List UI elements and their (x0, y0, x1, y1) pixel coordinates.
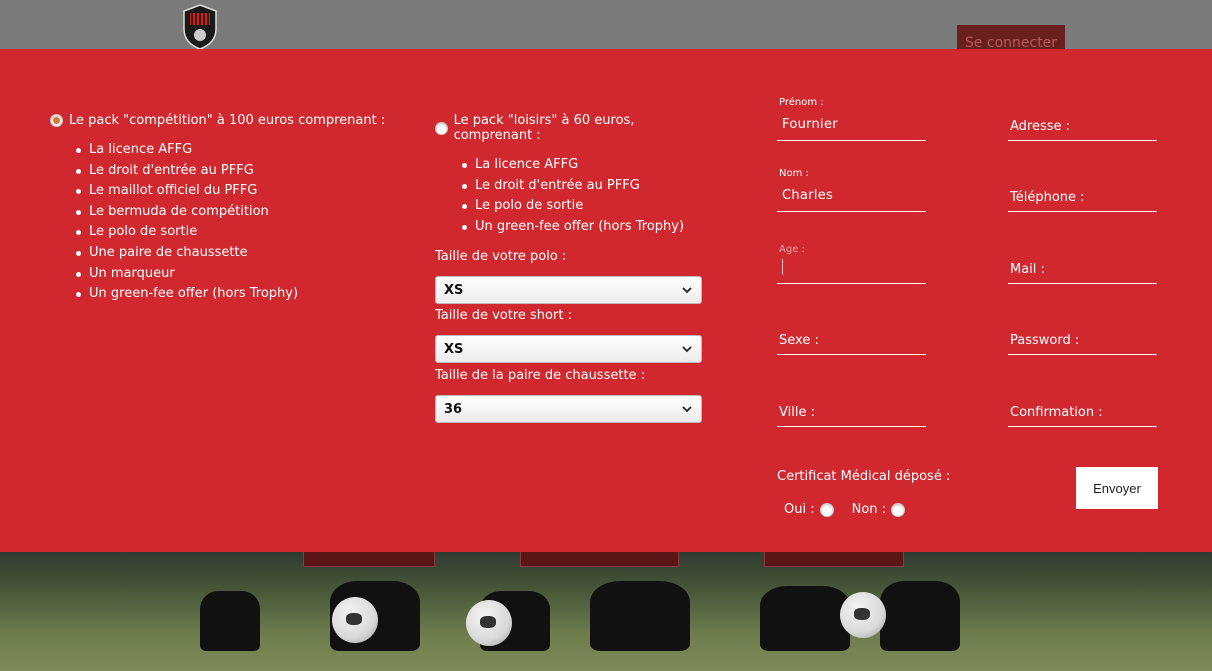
ville-field[interactable]: Ville : (777, 401, 926, 427)
registration-modal: Le pack "compétition" à 100 euros compre… (0, 49, 1212, 552)
oui-radio[interactable] (819, 502, 834, 517)
ville-label: Ville : (779, 405, 815, 420)
sexe-label: Sexe : (779, 333, 819, 348)
pack-competition-option[interactable]: Le pack "compétition" à 100 euros compre… (50, 113, 400, 128)
player-figure (590, 581, 690, 651)
age-label: Age : (779, 244, 805, 255)
background-header: Se connecter (0, 0, 1212, 50)
chaussette-size-value: 36 (444, 401, 463, 417)
polo-size-select[interactable]: XS (435, 276, 702, 305)
password-label: Password : (1010, 333, 1080, 348)
mail-label: Mail : (1010, 262, 1045, 277)
text-cursor (782, 259, 783, 275)
list-item: Un green-fee offer (hors Trophy) (76, 284, 400, 305)
soccer-ball (466, 600, 512, 646)
envoyer-button[interactable]: Envoyer (1076, 467, 1158, 509)
short-size-value: XS (444, 341, 464, 357)
list-item: Le droit d'entrée au PFFG (462, 176, 715, 197)
background-menu-button (764, 552, 904, 567)
club-logo (183, 4, 217, 50)
prenom-value: Fournier (782, 117, 838, 132)
pack-loisirs-option[interactable]: Le pack "loisirs" à 60 euros, comprenant… (435, 113, 715, 143)
pack-competition-radio[interactable] (50, 114, 63, 127)
chevron-down-icon (682, 287, 692, 294)
chevron-down-icon (682, 406, 692, 413)
polo-size-value: XS (444, 282, 464, 298)
non-radio[interactable] (891, 502, 906, 517)
password-field[interactable]: Password : (1008, 329, 1157, 355)
pack-loisirs-section: Le pack "loisirs" à 60 euros, comprenant… (435, 113, 715, 424)
prenom-field[interactable]: Prénom : Fournier (777, 97, 926, 141)
list-item: Le polo de sortie (76, 222, 400, 243)
list-item: Une paire de chaussette (76, 243, 400, 264)
confirmation-label: Confirmation : (1010, 405, 1103, 420)
player-figure (200, 591, 260, 651)
player-figure (880, 581, 960, 651)
list-item: La licence AFFG (76, 140, 400, 161)
nom-field[interactable]: Nom : Charles (777, 168, 926, 212)
pack-competition-list: La licence AFFG Le droit d'entrée au PFF… (50, 140, 400, 305)
list-item: Un green-fee offer (hors Trophy) (462, 217, 715, 238)
certificat-options: Oui : Non : (784, 502, 911, 517)
adresse-field[interactable]: Adresse : (1008, 115, 1157, 141)
non-label: Non : (851, 502, 887, 517)
telephone-field[interactable]: Téléphone : (1008, 186, 1157, 212)
certificat-label: Certificat Médical déposé : (777, 469, 951, 484)
pack-loisirs-radio[interactable] (435, 121, 448, 135)
chaussette-size-select[interactable]: 36 (435, 395, 702, 424)
short-size-label: Taille de votre short : (435, 308, 572, 324)
nom-label: Nom : (779, 168, 809, 179)
pack-loisirs-list: La licence AFFG Le droit d'entrée au PFF… (435, 155, 715, 237)
prenom-label: Prénom : (779, 97, 824, 108)
list-item: La licence AFFG (462, 155, 715, 176)
sexe-field[interactable]: Sexe : (777, 329, 926, 355)
nom-value: Charles (782, 188, 834, 203)
pack-competition-title: Le pack "compétition" à 100 euros compre… (69, 113, 386, 128)
confirmation-field[interactable]: Confirmation : (1008, 401, 1157, 427)
soccer-ball (840, 592, 886, 638)
soccer-ball (332, 597, 378, 643)
list-item: Le polo de sortie (462, 196, 715, 217)
player-figure (760, 586, 850, 651)
background-team-photo (0, 552, 1212, 671)
oui-label: Oui : (784, 502, 815, 517)
list-item: Un marqueur (76, 264, 400, 285)
pack-loisirs-title: Le pack "loisirs" à 60 euros, comprenant… (453, 113, 635, 143)
telephone-label: Téléphone : (1010, 190, 1085, 205)
adresse-label: Adresse : (1010, 119, 1071, 134)
chevron-down-icon (682, 346, 692, 353)
mail-field[interactable]: Mail : (1008, 258, 1157, 284)
list-item: Le bermuda de compétition (76, 202, 400, 223)
login-button[interactable]: Se connecter (957, 25, 1065, 49)
list-item: Le maillot officiel du PFFG (76, 181, 400, 202)
background-menu-button (303, 552, 435, 567)
age-field[interactable]: Age : (777, 244, 926, 284)
polo-size-label: Taille de votre polo : (435, 249, 567, 265)
list-item: Le droit d'entrée au PFFG (76, 161, 400, 182)
short-size-select[interactable]: XS (435, 335, 702, 364)
chaussette-size-label: Taille de la paire de chaussette : (435, 368, 646, 384)
pack-competition-section: Le pack "compétition" à 100 euros compre… (50, 113, 400, 305)
background-menu-button (520, 552, 679, 567)
